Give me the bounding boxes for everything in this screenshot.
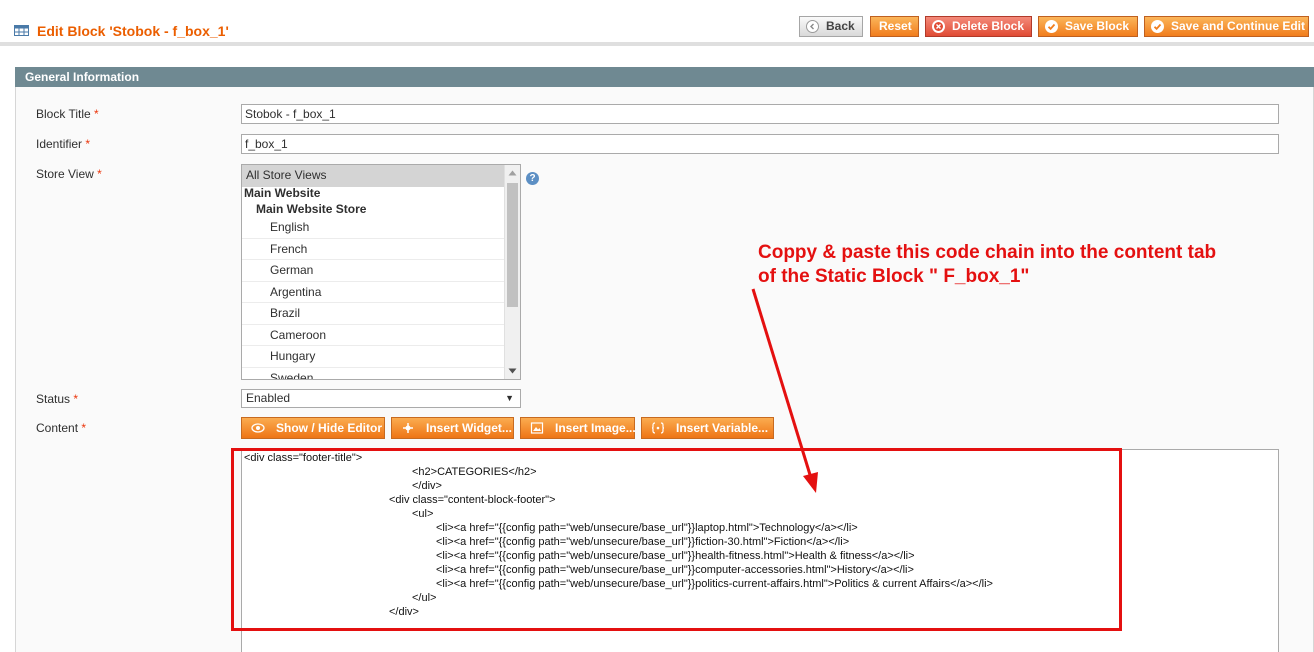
variable-braces-icon — [651, 422, 665, 434]
store-option-argentina[interactable]: Argentina — [242, 282, 505, 303]
help-icon[interactable]: ? — [526, 172, 539, 185]
annotation-text: Coppy & paste this code chain into the c… — [758, 241, 1298, 289]
insert-variable-label: Insert Variable... — [676, 421, 769, 435]
store-option-brazil[interactable]: Brazil — [242, 303, 505, 325]
back-button-label: Back — [826, 19, 855, 33]
status-select[interactable]: Enabled ▼ — [241, 389, 521, 408]
save-block-label: Save Block — [1065, 19, 1130, 33]
section-title: General Information — [15, 67, 1314, 87]
required-marker: * — [94, 107, 99, 121]
insert-variable-button[interactable]: Insert Variable... — [641, 417, 774, 439]
scrollbar-thumb[interactable] — [507, 183, 518, 307]
store-option-german[interactable]: German — [242, 260, 505, 282]
dropdown-arrow-icon: ▼ — [505, 393, 514, 403]
delete-block-label: Delete Block — [952, 19, 1025, 33]
store-option-french[interactable]: French — [242, 239, 505, 260]
store-group-main-website: Main Website — [244, 186, 321, 200]
status-label: Status * — [36, 392, 79, 406]
insert-widget-button[interactable]: Insert Widget... — [391, 417, 514, 439]
block-title-input[interactable] — [241, 104, 1279, 124]
insert-image-label: Insert Image... — [555, 421, 636, 435]
reset-button-label: Reset — [879, 19, 912, 33]
store-option-cameroon[interactable]: Cameroon — [242, 325, 505, 346]
scroll-down-icon[interactable] — [508, 368, 517, 374]
reset-button[interactable]: Reset — [870, 16, 919, 37]
required-marker: * — [73, 392, 79, 406]
show-hide-editor-label: Show / Hide Editor — [276, 421, 383, 435]
back-button[interactable]: Back — [799, 16, 863, 37]
identifier-input[interactable] — [241, 134, 1279, 154]
store-view-label: Store View * — [36, 167, 102, 181]
block-title-label: Block Title * — [36, 107, 99, 121]
content-label: Content * — [36, 421, 87, 435]
save-continue-label: Save and Continue Edit — [1171, 19, 1306, 33]
delete-block-button[interactable]: Delete Block — [925, 16, 1032, 37]
show-hide-editor-button[interactable]: Show / Hide Editor — [241, 417, 385, 439]
delete-x-icon — [932, 20, 945, 33]
annotation-line-2: of the Static Block " F_box_1" — [758, 266, 1030, 287]
store-option-hungary[interactable]: Hungary — [242, 346, 505, 368]
scroll-up-icon[interactable] — [508, 170, 517, 176]
store-group-main-store: Main Website Store — [256, 202, 367, 216]
header-button-row: Back Reset Delete Block Save Block Save … — [0, 16, 1314, 38]
widget-icon — [403, 423, 413, 433]
insert-widget-label: Insert Widget... — [426, 421, 512, 435]
save-continue-button[interactable]: Save and Continue Edit — [1144, 16, 1309, 37]
required-marker: * — [85, 137, 91, 151]
annotation-highlight-box — [231, 448, 1122, 631]
eye-icon — [251, 423, 265, 433]
store-option-english[interactable]: English — [242, 217, 505, 239]
store-list-scrollbar[interactable] — [504, 165, 520, 379]
save-block-button[interactable]: Save Block — [1038, 16, 1138, 37]
check-icon — [1151, 20, 1164, 33]
insert-image-button[interactable]: Insert Image... — [520, 417, 636, 439]
status-selected-value: Enabled — [246, 391, 291, 405]
back-arrow-icon — [806, 20, 819, 33]
store-option-sweden[interactable]: Sweden — [242, 368, 505, 380]
identifier-label: Identifier * — [36, 137, 91, 151]
annotation-line-1: Coppy & paste this code chain into the c… — [758, 242, 1217, 263]
store-view-multiselect[interactable]: All Store Views Main Website Main Websit… — [241, 164, 521, 380]
check-icon — [1045, 20, 1058, 33]
required-marker: * — [81, 421, 87, 435]
required-marker: * — [97, 167, 102, 181]
image-icon — [530, 422, 544, 434]
